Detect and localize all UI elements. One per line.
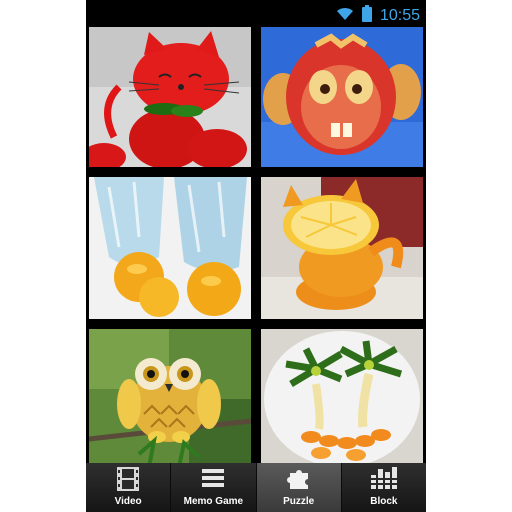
status-bar: 10:55 xyxy=(86,0,426,27)
tab-memo-game-label: Memo Game xyxy=(183,496,244,507)
menu-icon xyxy=(202,467,225,492)
bottom-tab-bar: Video Memo Game Puzzle Block xyxy=(86,463,426,512)
tab-block-label: Block xyxy=(370,496,398,507)
blocks-icon xyxy=(370,467,397,492)
wifi-icon xyxy=(336,7,354,26)
gallery-tile-apple-monkey[interactable] xyxy=(261,27,423,167)
gallery-tile-fruit-palm-trees[interactable] xyxy=(261,329,423,467)
phone-screen: 10:55 Video Memo Game Puzzle Block xyxy=(86,0,426,512)
gallery-tile-orange-cat[interactable] xyxy=(261,177,423,319)
tab-puzzle-label: Puzzle xyxy=(283,496,315,507)
tab-puzzle[interactable]: Puzzle xyxy=(256,463,342,512)
film-icon xyxy=(117,467,140,494)
battery-icon xyxy=(361,5,372,27)
puzzle-icon xyxy=(286,467,311,494)
tab-video[interactable]: Video xyxy=(86,463,172,512)
gallery-tile-strawberry-cat[interactable] xyxy=(89,27,251,167)
tab-block[interactable]: Block xyxy=(342,463,426,512)
gallery-tile-pineapple-owl[interactable] xyxy=(89,329,251,467)
image-grid xyxy=(86,27,426,467)
tab-video-label: Video xyxy=(114,496,142,507)
gallery-tile-oranges-in-water[interactable] xyxy=(89,177,251,319)
status-clock: 10:55 xyxy=(379,7,420,24)
tab-memo-game[interactable]: Memo Game xyxy=(171,463,257,512)
